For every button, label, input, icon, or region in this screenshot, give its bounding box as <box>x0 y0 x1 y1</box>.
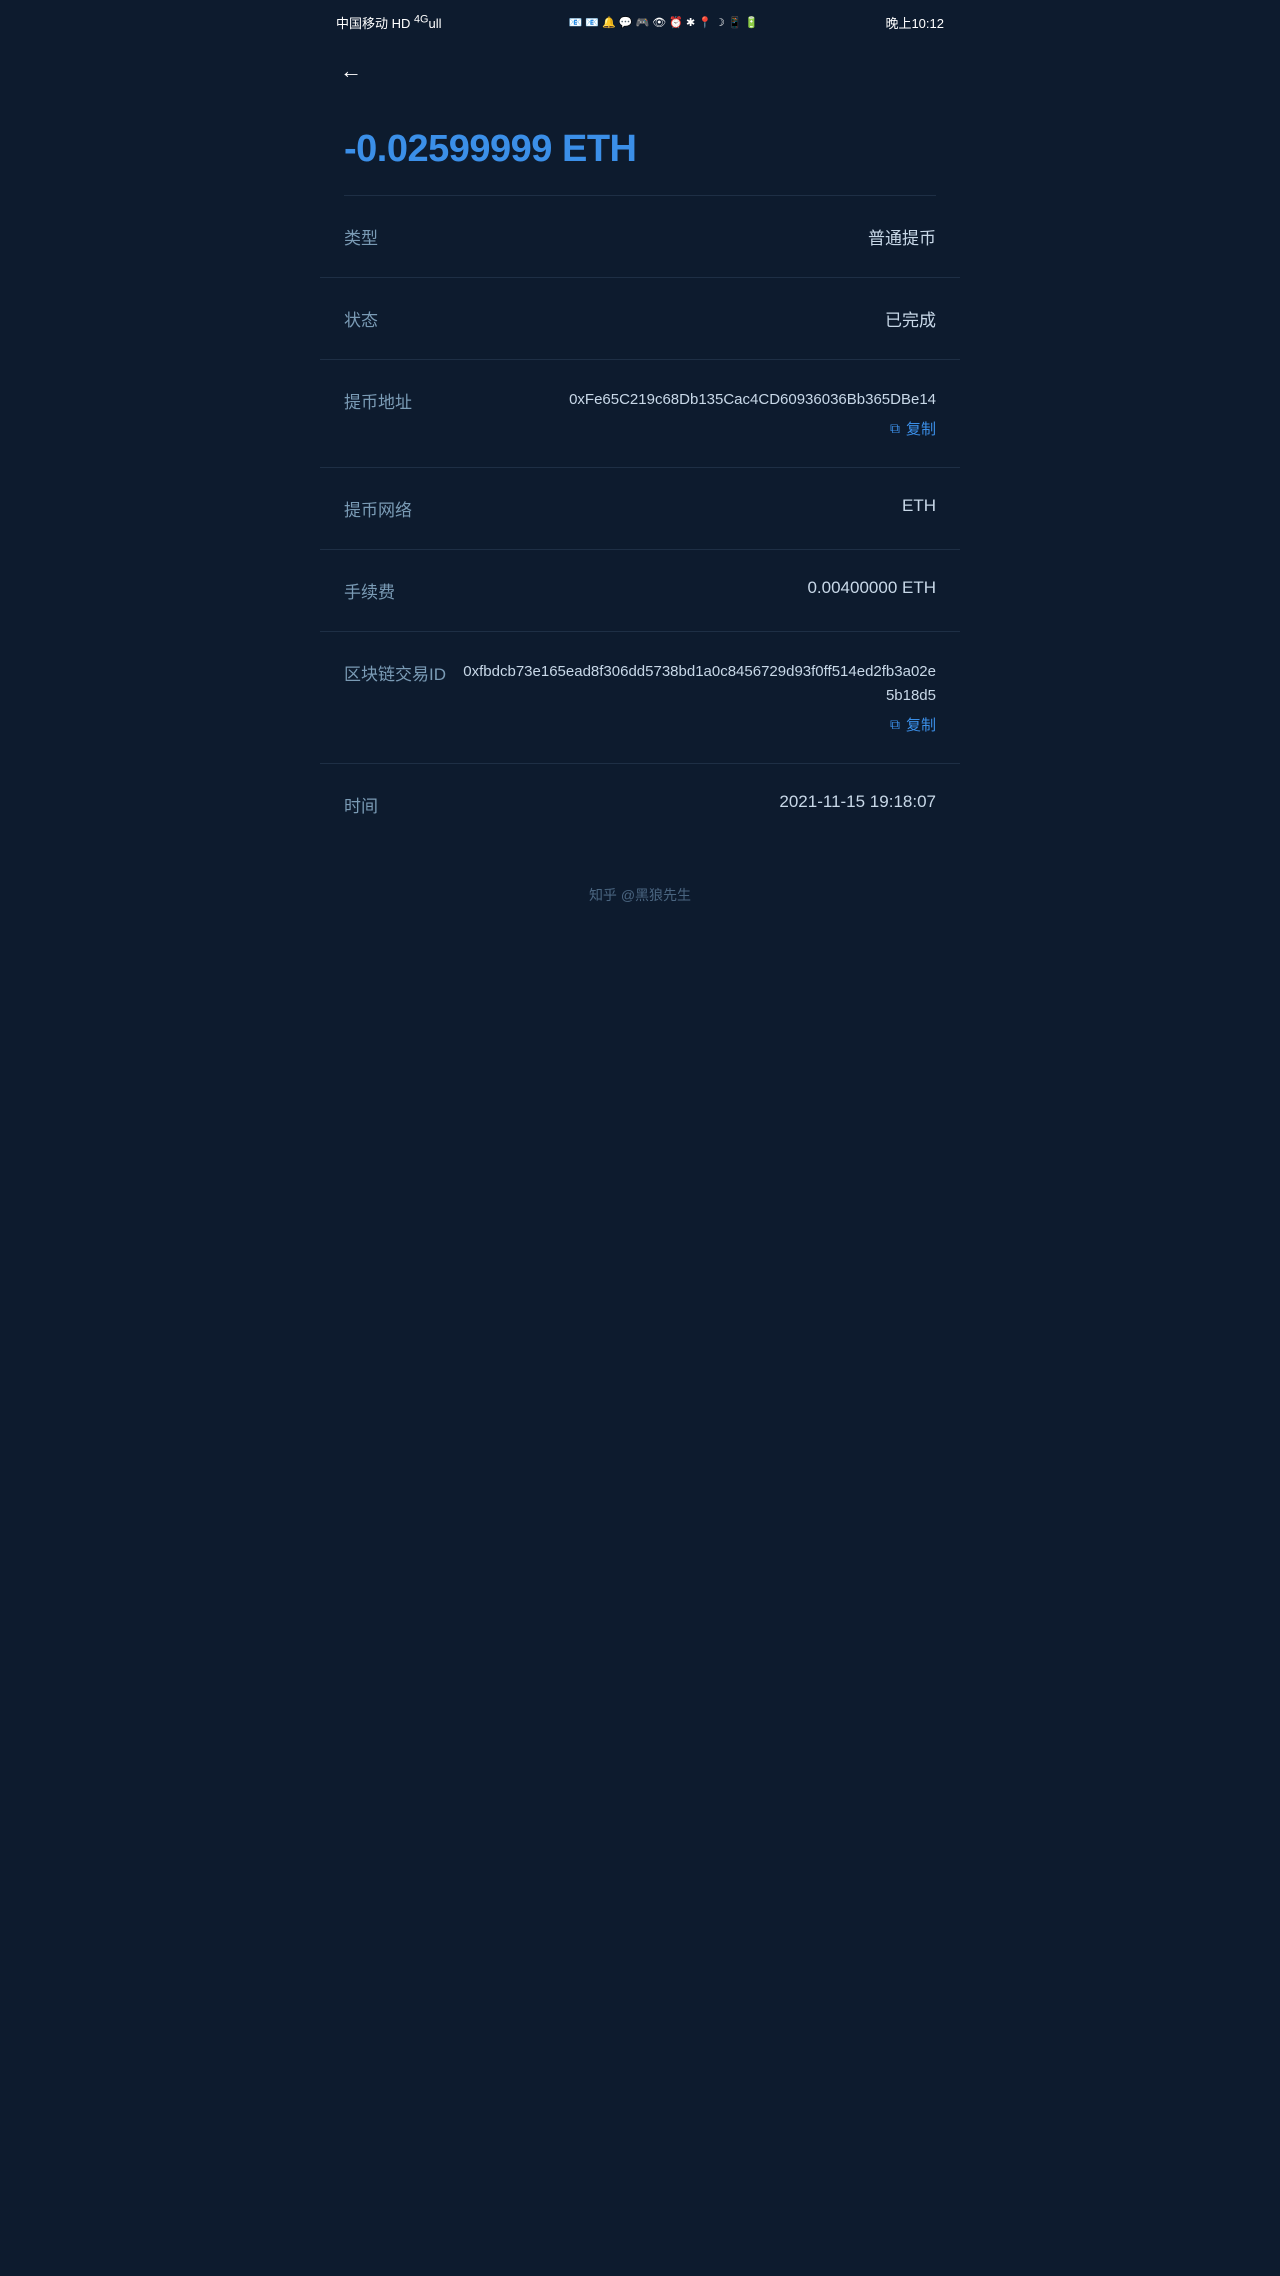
copy-label-address: 复制 <box>906 418 936 439</box>
value-txid: 0xfbdcb73e165ead8f306dd5738bd1a0c8456729… <box>462 660 936 708</box>
value-status: 已完成 <box>394 306 936 331</box>
status-bar: 中国移动 HD 4Gull 📧 📧 🔔 💬 🎮 👁 ⏰ ✱ 📍 ☽ 📱 🔋 晚上… <box>320 0 960 44</box>
value-address: 0xFe65C219c68Db135Cac4CD60936036Bb365DBe… <box>569 388 936 412</box>
detail-row-txid: 区块链交易ID0xfbdcb73e165ead8f306dd5738bd1a0c… <box>320 632 960 764</box>
label-address: 提币地址 <box>344 388 428 413</box>
copy-icon-address: ⧉ <box>890 420 900 437</box>
detail-row-type: 类型普通提币 <box>320 196 960 278</box>
address-block-txid: 0xfbdcb73e165ead8f306dd5738bd1a0c8456729… <box>462 660 936 735</box>
detail-row-status: 状态已完成 <box>320 278 960 360</box>
label-fee: 手续费 <box>344 578 411 603</box>
detail-row-address: 提币地址 0xFe65C219c68Db135Cac4CD60936036Bb36… <box>320 360 960 468</box>
amount-value: -0.02599999 ETH <box>344 128 936 171</box>
copy-button-txid[interactable]: ⧉ 复制 <box>890 714 936 735</box>
detail-row-network: 提币网络ETH <box>320 468 960 550</box>
label-type: 类型 <box>344 224 394 249</box>
value-time: 2021-11-15 19:18:07 <box>394 792 936 812</box>
detail-row-fee: 手续费0.00400000 ETH <box>320 550 960 632</box>
copy-label-txid: 复制 <box>906 714 936 735</box>
watermark: 知乎 @黑狼先生 <box>320 845 960 925</box>
value-type: 普通提币 <box>394 224 936 249</box>
back-button[interactable]: ← <box>340 60 362 82</box>
label-txid: 区块链交易ID <box>344 660 462 685</box>
value-network: ETH <box>428 496 936 516</box>
copy-icon-txid: ⧉ <box>890 716 900 733</box>
label-network: 提币网络 <box>344 496 428 521</box>
time-display: 晚上10:12 <box>885 13 944 32</box>
detail-rows: 类型普通提币状态已完成提币地址0xFe65C219c68Db135Cac4CD6… <box>320 196 960 845</box>
copy-button-address[interactable]: ⧉ 复制 <box>890 418 936 439</box>
amount-section: -0.02599999 ETH <box>320 98 960 195</box>
label-time: 时间 <box>344 792 394 817</box>
address-block-address: 0xFe65C219c68Db135Cac4CD60936036Bb365DBe… <box>428 388 936 439</box>
detail-row-time: 时间2021-11-15 19:18:07 <box>320 764 960 845</box>
status-icons: 📧 📧 🔔 💬 🎮 👁 ⏰ ✱ 📍 ☽ 📱 🔋 <box>569 16 759 29</box>
label-status: 状态 <box>344 306 394 331</box>
value-fee: 0.00400000 ETH <box>411 578 936 598</box>
carrier-text: 中国移动 HD 4Gull <box>336 13 441 32</box>
nav-bar: ← <box>320 44 960 98</box>
